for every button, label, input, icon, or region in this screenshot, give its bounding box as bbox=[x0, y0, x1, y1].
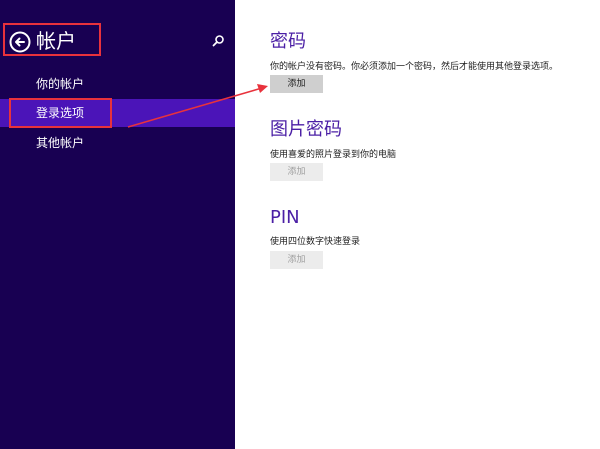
add-picture-password-button[interactable]: 添加 bbox=[270, 163, 323, 181]
pin-description: 使用四位数字快速登录 bbox=[270, 237, 361, 247]
search-icon[interactable] bbox=[211, 34, 225, 48]
sidebar: 帐户 你的帐户 登录选项 其他帐户 bbox=[0, 0, 235, 449]
picture-password-section-title: 图片密码 bbox=[270, 119, 342, 140]
selected-item-highlight-box bbox=[9, 98, 112, 128]
add-password-button[interactable]: 添加 bbox=[270, 75, 323, 93]
picture-password-description: 使用喜爱的照片登录到你的电脑 bbox=[270, 150, 397, 160]
page-title: 帐户 bbox=[36, 29, 76, 53]
add-pin-button[interactable]: 添加 bbox=[270, 251, 323, 269]
sidebar-item-label: 其他帐户 bbox=[36, 136, 85, 150]
password-section-title: 密码 bbox=[270, 31, 306, 52]
pin-section-title: PIN bbox=[270, 207, 300, 228]
back-arrow-icon[interactable] bbox=[9, 31, 31, 53]
sidebar-item-label: 你的帐户 bbox=[36, 77, 85, 91]
sidebar-item-your-account[interactable]: 你的帐户 bbox=[0, 70, 235, 98]
sidebar-item-other-accounts[interactable]: 其他帐户 bbox=[0, 129, 235, 157]
password-description: 你的帐户没有密码。你必须添加一个密码，然后才能使用其他登录选项。 bbox=[270, 62, 559, 72]
